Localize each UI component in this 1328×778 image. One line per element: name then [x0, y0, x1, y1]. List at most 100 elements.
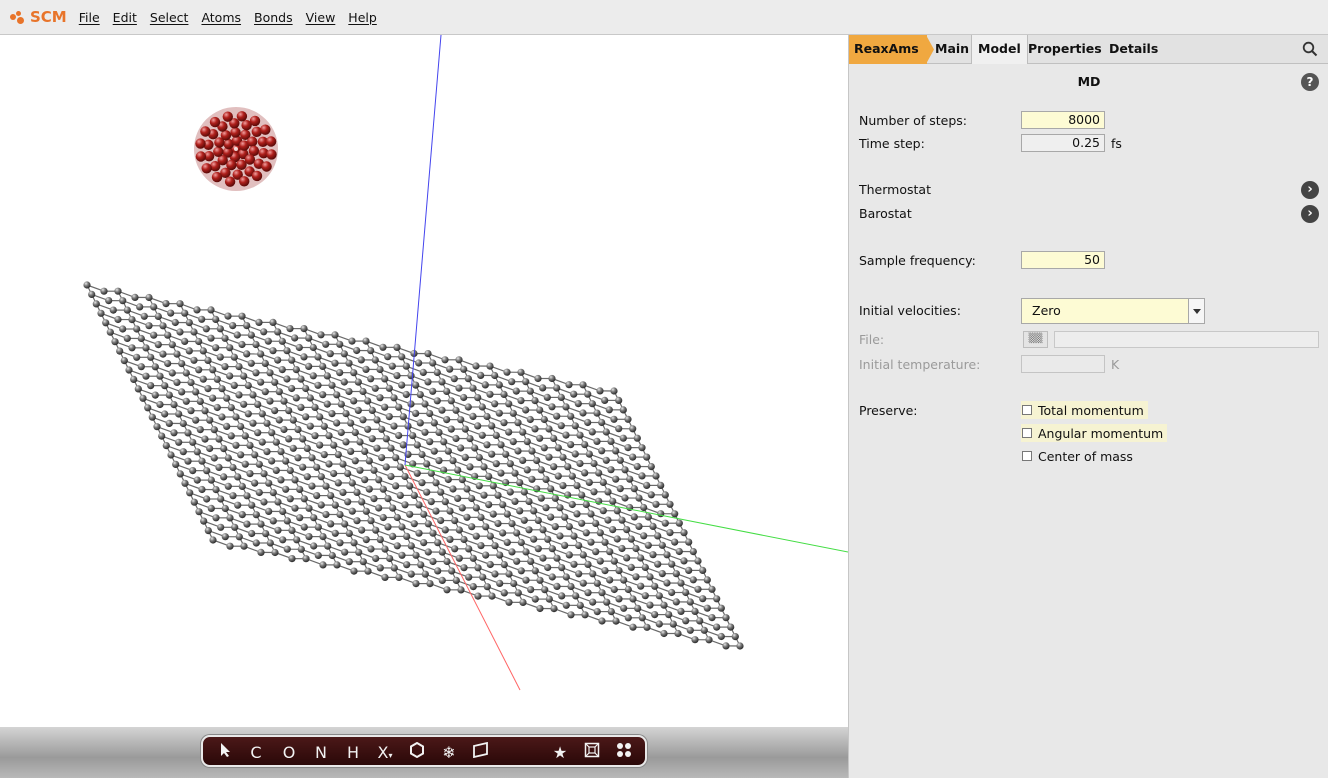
angular-momentum-checkbox[interactable]	[1022, 428, 1032, 438]
menu-edit[interactable]: Edit	[113, 10, 137, 25]
carbon-atom	[604, 516, 612, 524]
menu-atoms[interactable]: Atoms	[201, 10, 241, 25]
carbon-atom	[190, 356, 198, 364]
file-browse-button[interactable]: ▒▒	[1023, 331, 1048, 348]
tab-model[interactable]: Model	[971, 35, 1028, 64]
carbon-atom	[230, 353, 238, 361]
slab-tool[interactable]	[470, 741, 492, 764]
carbon-atom	[565, 551, 573, 559]
carbon-atom	[465, 545, 473, 553]
carbon-atom	[184, 457, 192, 465]
barostat-expand-button[interactable]: ›	[1301, 205, 1319, 223]
carbon-atom	[341, 548, 349, 556]
menu-bonds[interactable]: Bonds	[254, 10, 293, 25]
carbon-atom	[303, 444, 311, 452]
favorites-tool[interactable]: ★	[549, 742, 571, 764]
ring-tool[interactable]	[406, 741, 428, 764]
carbon-atom	[623, 526, 631, 534]
carbon-atom	[302, 413, 310, 421]
file-path-input[interactable]	[1054, 331, 1319, 348]
steps-input[interactable]: 8000	[1021, 111, 1105, 129]
carbon-atom	[483, 441, 491, 449]
preserve-total-momentum[interactable]: Total momentum	[1021, 401, 1148, 419]
chevron-down-icon[interactable]	[1188, 299, 1204, 323]
thermostat-expand-button[interactable]: ›	[1301, 181, 1319, 199]
nitrogen-tool[interactable]: N	[310, 742, 332, 764]
molecules-tool[interactable]	[613, 742, 635, 764]
carbon-atom	[686, 598, 694, 606]
menu-file[interactable]: File	[79, 10, 100, 25]
carbon-atom	[480, 491, 488, 499]
tab-properties[interactable]: Properties	[1022, 35, 1108, 64]
crystal-tool[interactable]	[581, 742, 603, 764]
timestep-input[interactable]: 0.25	[1021, 134, 1105, 152]
menu-select[interactable]: Select	[150, 10, 189, 25]
carbon-atom	[511, 469, 519, 477]
freeze-tool[interactable]: ❄	[438, 742, 460, 764]
carbon-atom	[464, 375, 472, 383]
carbon-atom	[607, 608, 615, 616]
carbon-atom	[179, 448, 187, 456]
select-tool[interactable]	[215, 742, 237, 764]
tab-reaxams[interactable]: ReaxAms	[849, 35, 927, 64]
carbon-atom	[483, 583, 491, 591]
carbon-atom	[421, 400, 429, 408]
search-icon[interactable]	[1302, 41, 1318, 57]
preserve-angular-momentum[interactable]: Angular momentum	[1021, 424, 1168, 442]
tab-main[interactable]: Main	[929, 35, 975, 64]
carbon-atom	[525, 526, 533, 534]
carbon-atom	[460, 393, 468, 402]
carbon-atom	[689, 548, 697, 556]
molecule-scene[interactable]	[0, 35, 848, 727]
carbon-atom	[232, 413, 240, 421]
carbon-atom	[269, 517, 277, 525]
sample-frequency-input[interactable]: 50	[1021, 251, 1105, 269]
carbon-atom	[610, 415, 618, 423]
carbon-atom	[615, 595, 623, 603]
total-momentum-checkbox[interactable]	[1022, 405, 1032, 415]
menu-view[interactable]: View	[306, 10, 336, 25]
carbon-atom	[479, 573, 487, 581]
tab-details[interactable]: Details	[1103, 35, 1164, 64]
logo-text: SCM	[30, 8, 67, 26]
carbon-atom	[156, 372, 164, 380]
velocities-select[interactable]: Zero	[1021, 298, 1205, 324]
carbon-atom	[353, 488, 361, 496]
carbon-atom	[271, 378, 279, 386]
carbon-atom	[331, 501, 339, 509]
carbon-tool[interactable]: C	[245, 742, 267, 764]
carbon-atom	[499, 501, 507, 509]
hydrogen-tool[interactable]: H	[342, 742, 364, 764]
carbon-atom	[417, 561, 425, 569]
carbon-atom	[248, 529, 256, 538]
settings-panel: ReaxAms Main Model Properties Details MD…	[848, 35, 1328, 778]
carbon-atom	[574, 400, 582, 408]
menu-help[interactable]: Help	[348, 10, 377, 25]
carbon-atom	[310, 542, 318, 550]
carbon-atom	[401, 472, 409, 481]
help-icon[interactable]: ?	[1301, 73, 1319, 91]
carbon-atom	[469, 412, 477, 420]
carbon-atom	[547, 513, 555, 521]
carbon-atom	[201, 435, 209, 443]
carbon-atom	[106, 328, 114, 336]
preserve-center-of-mass[interactable]: Center of mass	[1021, 447, 1137, 465]
carbon-atom	[605, 406, 613, 414]
carbon-atom	[497, 441, 505, 449]
carbon-atom	[544, 535, 552, 543]
carbon-atom	[231, 523, 239, 531]
carbon-atom	[616, 485, 624, 493]
carbon-atom	[292, 366, 300, 374]
carbon-atom	[500, 589, 508, 597]
initial-temperature-input[interactable]	[1021, 355, 1105, 373]
center-of-mass-checkbox[interactable]	[1022, 451, 1032, 461]
carbon-atom	[543, 393, 551, 401]
carbon-atom	[429, 387, 437, 395]
other-element-tool[interactable]: X▾	[374, 742, 396, 764]
molecule-viewport[interactable]	[0, 35, 848, 727]
carbon-atom	[579, 579, 587, 587]
carbon-atom	[361, 476, 369, 484]
carbon-atom	[630, 513, 638, 521]
oxygen-tool[interactable]: O	[278, 742, 300, 764]
carbon-atom	[634, 604, 642, 613]
